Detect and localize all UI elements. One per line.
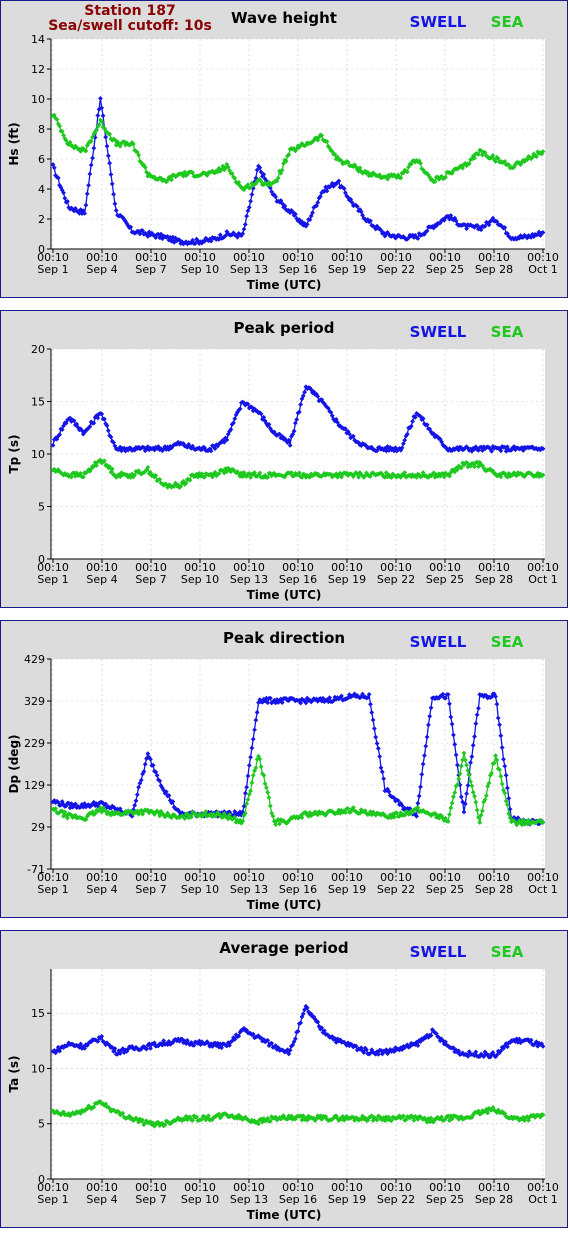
- wave-height-panel: 0 2 4 6 8 10 12 14 00:10 Sep 1 00:10 Sep 4 00:10 Sep …: [0, 0, 568, 298]
- x-tick-date: Sep 1: [37, 263, 68, 276]
- x-tick-date: Sep 25: [426, 263, 464, 276]
- y-tick-label: 10: [31, 93, 45, 106]
- x-tick-date: Sep 19: [328, 1193, 366, 1206]
- x-tick-date: Sep 7: [135, 1193, 166, 1206]
- chart-title: Peak period: [234, 319, 335, 337]
- x-tick-date: Sep 28: [475, 263, 513, 276]
- x-tick-date: Oct 1: [528, 263, 558, 276]
- x-tick-date: Sep 13: [230, 573, 268, 586]
- peak-period-chart: 0510152000:10Sep 100:10Sep 400:10Sep 700…: [7, 319, 559, 602]
- y-tick-label: 329: [24, 695, 45, 708]
- x-tick-date: Sep 25: [426, 1193, 464, 1206]
- x-tick-date: Sep 25: [426, 573, 464, 586]
- x-axis-label: Time (UTC): [247, 898, 322, 912]
- x-tick-date: Sep 10: [181, 1193, 219, 1206]
- legend-swell: SWELL: [410, 633, 467, 651]
- y-tick-label: 10: [31, 448, 45, 461]
- y-tick-label: 15: [31, 396, 45, 409]
- peak-period-panel: 0 5 10 15 20 00:10 Sep 1 00:10 Sep 4 00:10 Sep 7 00…: [0, 310, 568, 608]
- x-tick-date: Sep 1: [37, 573, 68, 586]
- x-tick-date: Sep 16: [279, 263, 317, 276]
- y-tick-label: 20: [31, 343, 45, 356]
- x-axis-label: Time (UTC): [247, 278, 322, 292]
- x-tick-date: Sep 4: [86, 1193, 117, 1206]
- chart-title: Wave height: [231, 9, 337, 27]
- legend-swell: SWELL: [410, 13, 467, 31]
- x-tick-date: Sep 28: [475, 883, 513, 896]
- y-tick-label: 15: [31, 1007, 45, 1020]
- y-tick-label: 8: [38, 123, 45, 136]
- x-tick-date: Oct 1: [528, 1193, 558, 1206]
- x-tick-date: Sep 1: [37, 1193, 68, 1206]
- x-tick-date: Sep 16: [279, 573, 317, 586]
- x-tick-date: Sep 7: [135, 573, 166, 586]
- y-tick-label: 2: [38, 213, 45, 226]
- y-tick-label: 129: [24, 779, 45, 792]
- x-tick-date: Sep 16: [279, 1193, 317, 1206]
- y-tick-label: 5: [38, 501, 45, 514]
- x-tick-date: Sep 22: [377, 1193, 415, 1206]
- legend-sea: SEA: [491, 13, 524, 31]
- legend-sea: SEA: [491, 943, 524, 961]
- station-cutoff: Sea/swell cutoff: 10s: [48, 18, 212, 34]
- x-tick-date: Sep 7: [135, 263, 166, 276]
- x-axis-label: Time (UTC): [247, 1208, 322, 1222]
- x-tick-date: Sep 13: [230, 263, 268, 276]
- y-tick-label: 5: [38, 1118, 45, 1131]
- y-tick-label: 429: [24, 653, 45, 666]
- x-tick-date: Sep 19: [328, 263, 366, 276]
- x-tick-date: Sep 16: [279, 883, 317, 896]
- x-tick-date: Sep 19: [328, 883, 366, 896]
- x-tick-date: Sep 13: [230, 883, 268, 896]
- peak-direction-panel: -71 29 129 229 329 429 00:10 Sep 1 00:10 Sep 4 00:…: [0, 620, 568, 918]
- x-tick-date: Sep 19: [328, 573, 366, 586]
- x-tick-date: Sep 22: [377, 263, 415, 276]
- peak-direction-chart: -712912922932942900:10Sep 100:10Sep 400:…: [7, 629, 559, 912]
- y-tick-label: 229: [24, 737, 45, 750]
- x-tick-date: Sep 22: [377, 573, 415, 586]
- x-tick-date: Sep 4: [86, 263, 117, 276]
- x-axis-label: Time (UTC): [247, 588, 322, 602]
- x-tick-date: Sep 10: [181, 263, 219, 276]
- average-period-chart: 05101500:10Sep 100:10Sep 400:10Sep 700:1…: [7, 939, 559, 1222]
- x-tick-date: Oct 1: [528, 883, 558, 896]
- y-tick-label: 10: [31, 1062, 45, 1075]
- y-axis-label: Tp (s): [7, 434, 21, 473]
- x-tick-date: Sep 7: [135, 883, 166, 896]
- y-tick-label: 12: [31, 63, 45, 76]
- x-tick-date: Sep 1: [37, 883, 68, 896]
- station-name: Station 187: [84, 3, 175, 19]
- legend-sea: SEA: [491, 633, 524, 651]
- y-tick-label: 6: [38, 153, 45, 166]
- x-tick-date: Oct 1: [528, 573, 558, 586]
- legend-swell: SWELL: [410, 943, 467, 961]
- chart-title: Peak direction: [223, 629, 345, 647]
- x-tick-date: Sep 13: [230, 1193, 268, 1206]
- x-tick-date: Sep 25: [426, 883, 464, 896]
- x-tick-date: Sep 10: [181, 573, 219, 586]
- wave-height-chart: 0246810121400:10Sep 100:10Sep 400:10Sep …: [7, 3, 559, 292]
- x-tick-date: Sep 4: [86, 573, 117, 586]
- x-tick-date: Sep 22: [377, 883, 415, 896]
- y-axis-label: Ta (s): [7, 1055, 21, 1092]
- x-tick-date: Sep 28: [475, 1193, 513, 1206]
- legend-sea: SEA: [491, 323, 524, 341]
- x-tick-date: Sep 10: [181, 883, 219, 896]
- chart-title: Average period: [219, 939, 348, 957]
- y-axis-label: Dp (deg): [7, 734, 21, 793]
- x-tick-date: Sep 28: [475, 573, 513, 586]
- y-tick-label: 29: [31, 821, 45, 834]
- y-tick-label: 4: [38, 183, 45, 196]
- y-tick-label: 14: [31, 33, 45, 46]
- legend-swell: SWELL: [410, 323, 467, 341]
- y-axis-label: Hs (ft): [7, 122, 21, 165]
- average-period-panel: 0 5 10 15 00:10 Sep 1 00:10 Sep 4 00:10 Sep 7 00:1…: [0, 930, 568, 1228]
- x-tick-date: Sep 4: [86, 883, 117, 896]
